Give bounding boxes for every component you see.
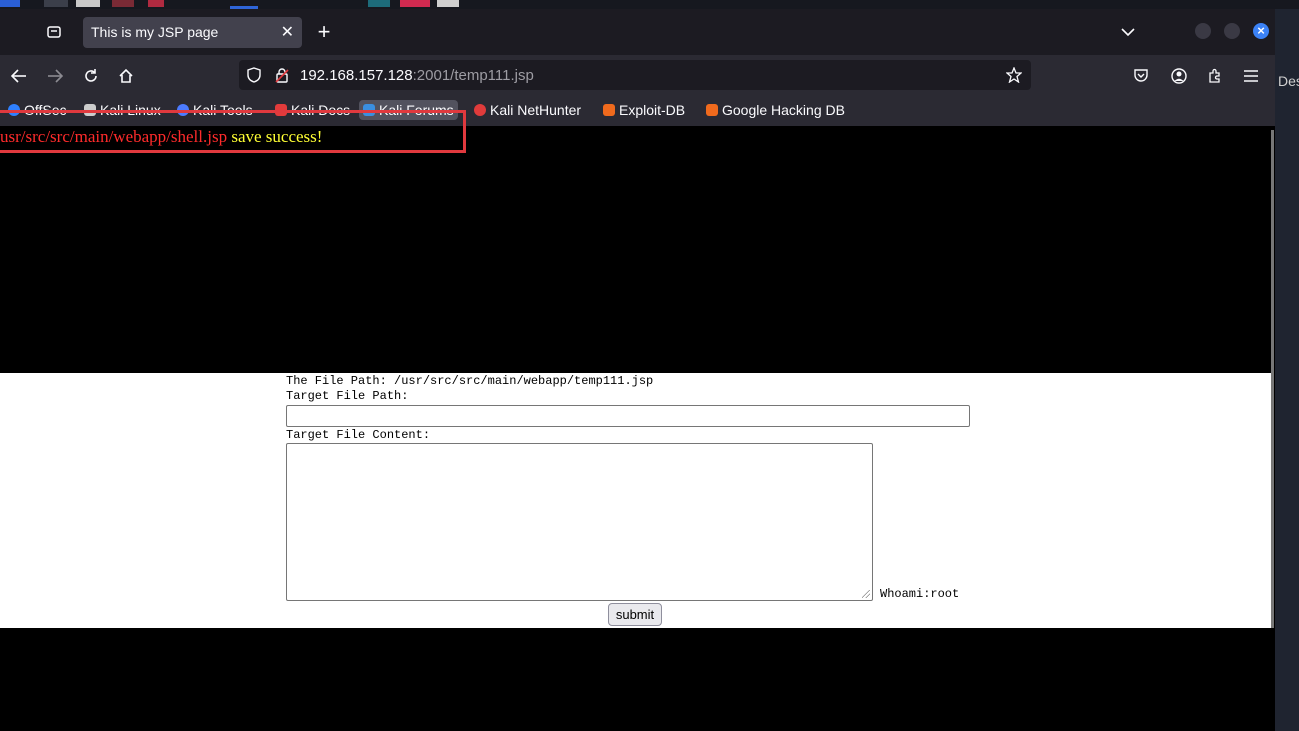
taskbar-app-indicator[interactable] xyxy=(112,0,134,7)
navigation-toolbar: 192.168.157.128:2001/temp111.jsp xyxy=(0,55,1275,97)
taskbar-app-indicator[interactable] xyxy=(44,0,68,7)
back-arrow-icon[interactable] xyxy=(8,65,30,87)
taskbar-app-indicator[interactable] xyxy=(400,0,430,7)
ghdb-icon xyxy=(706,104,718,116)
url-host: 192.168.157.128 xyxy=(300,67,413,84)
os-taskbar-strip xyxy=(0,0,1299,9)
whoami-output: Whoami:root xyxy=(880,587,960,601)
bookmark-label: Exploit-DB xyxy=(619,102,686,118)
tab-active[interactable]: This is my JSP page ✕ xyxy=(83,17,302,48)
exploit-db-icon xyxy=(603,104,615,116)
star-icon[interactable] xyxy=(1005,66,1023,84)
page-scrollbar[interactable] xyxy=(1271,130,1274,628)
bookmark-label: Google Hacking DB xyxy=(722,102,845,118)
url-bar[interactable]: 192.168.157.128:2001/temp111.jsp xyxy=(239,60,1031,90)
browser-chrome: This is my JSP page ✕ + × 192.168.157.12… xyxy=(0,9,1275,126)
bookmark-kali-nethunter[interactable]: Kali NetHunter xyxy=(474,102,581,118)
target-content-label: Target File Content: xyxy=(286,428,431,442)
bookmark-exploit-db[interactable]: Exploit-DB xyxy=(603,102,685,118)
taskbar-app-indicator[interactable] xyxy=(76,0,100,7)
bookmark-label: Kali NetHunter xyxy=(490,102,582,118)
firefox-view-icon[interactable] xyxy=(44,22,64,42)
nethunter-icon xyxy=(474,104,486,116)
taskbar-app-indicator[interactable] xyxy=(368,0,390,7)
account-icon[interactable] xyxy=(1168,65,1190,87)
window-close-button[interactable]: × xyxy=(1253,23,1269,39)
minimize-button[interactable] xyxy=(1195,23,1211,39)
highlight-box xyxy=(0,110,466,153)
shield-icon[interactable] xyxy=(245,66,263,84)
chevron-down-icon[interactable] xyxy=(1118,22,1138,42)
target-path-input[interactable] xyxy=(286,405,970,427)
taskbar-app-indicator[interactable] xyxy=(437,0,459,7)
bookmark-google-hacking-db[interactable]: Google Hacking DB xyxy=(706,102,845,118)
home-icon[interactable] xyxy=(115,65,137,87)
forward-arrow-icon[interactable] xyxy=(44,65,66,87)
target-path-label: Target File Path: xyxy=(286,389,409,403)
new-tab-icon[interactable]: + xyxy=(314,19,334,44)
reload-icon[interactable] xyxy=(80,65,102,87)
close-icon[interactable]: ✕ xyxy=(281,22,294,42)
tab-title: This is my JSP page xyxy=(91,24,219,40)
maximize-button[interactable] xyxy=(1224,23,1240,39)
target-content-textarea[interactable] xyxy=(286,443,873,601)
menu-icon[interactable] xyxy=(1240,65,1262,87)
extensions-icon[interactable] xyxy=(1204,65,1226,87)
insecure-lock-icon[interactable] xyxy=(273,66,291,84)
resize-grip-icon[interactable] xyxy=(862,590,870,598)
file-path-line: The File Path: /usr/src/src/main/webapp/… xyxy=(286,374,654,388)
background-window-label: Des xyxy=(1278,73,1299,89)
url-port-path: :2001/temp111.jsp xyxy=(412,67,534,84)
url-text: 192.168.157.128:2001/temp111.jsp xyxy=(300,67,534,84)
tab-bar: This is my JSP page ✕ + × xyxy=(0,9,1275,55)
page-output-area: usr/src/src/main/webapp/shell.jsp save s… xyxy=(0,126,1275,373)
upload-form: The File Path: /usr/src/src/main/webapp/… xyxy=(0,373,1273,628)
taskbar-app-indicator[interactable] xyxy=(148,0,164,7)
page-bottom-area xyxy=(0,628,1273,731)
background-window-edge: Des xyxy=(1275,9,1299,731)
pocket-icon[interactable] xyxy=(1130,65,1152,87)
taskbar-app-indicator[interactable] xyxy=(0,0,20,7)
submit-button[interactable]: submit xyxy=(608,603,662,626)
